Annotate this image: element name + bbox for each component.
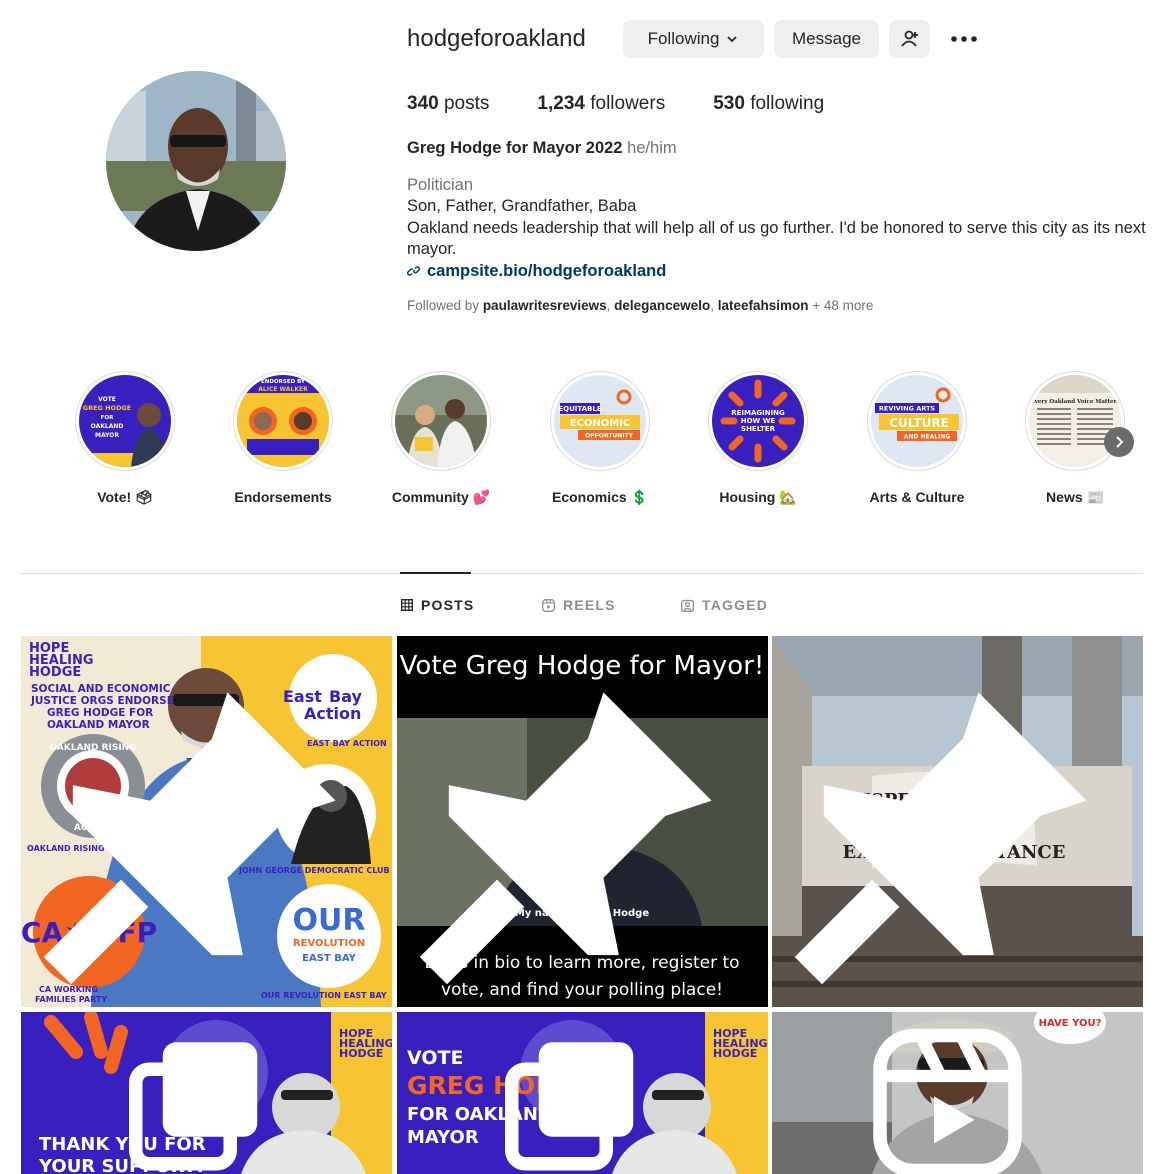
suggested-users-button[interactable] [889, 20, 930, 58]
highlight-label: Arts & Culture [869, 489, 965, 505]
profile-category: Politician [407, 175, 474, 194]
highlight-community-cover [395, 375, 487, 467]
svg-text:AND HEALING: AND HEALING [904, 434, 951, 441]
svg-text:CULTURE: CULTURE [889, 416, 949, 430]
following-link[interactable]: 530 following [713, 93, 824, 115]
highlight-vote-cover: VOTE GREG HODGE FOR OAKLAND MAYOR [79, 375, 171, 467]
highlight-news-cover: Every Oakland Voice Matters [1029, 375, 1121, 467]
multi-image-icon [505, 1042, 634, 1171]
following-button[interactable]: Following [623, 20, 764, 58]
profile-bio: Greg Hodge for Mayor 2022 he/him Politic… [407, 138, 1147, 282]
tab-tagged[interactable]: TAGGED [681, 597, 768, 613]
svg-text:OPPORTUNITY: OPPORTUNITY [585, 433, 634, 440]
profile-username: hodgeforoakland [407, 25, 586, 52]
bio-line-2: Oakland needs leadership that will help … [407, 218, 1146, 259]
svg-text:MAYOR: MAYOR [95, 432, 119, 439]
highlight-arts-cover: REVIVING ARTS CULTURE AND HEALING [871, 375, 963, 467]
active-tab-indicator [400, 572, 471, 574]
profile-pronouns: he/him [627, 139, 677, 157]
tab-posts[interactable]: POSTS [401, 597, 474, 613]
following-button-label: Following [647, 29, 720, 48]
profile-full-name: Greg Hodge for Mayor 2022 [407, 139, 623, 157]
pinned-icon [419, 692, 712, 985]
svg-text:ECONOMIC: ECONOMIC [570, 418, 631, 429]
svg-text:ENDORSED BY: ENDORSED BY [261, 379, 306, 385]
profile-stats: 340 posts 1,234 followers 530 following [407, 93, 872, 115]
highlight-community[interactable]: Community 💕 [361, 371, 521, 506]
highlight-label: News 📰 [1046, 489, 1104, 505]
pinned-icon [794, 692, 1087, 985]
highlight-endorsements-cover: ENDORSED BY ALICE WALKER [237, 375, 329, 467]
message-button[interactable]: Message [774, 20, 879, 58]
bio-link[interactable]: campsite.bio/hodgeforoakland [407, 261, 1147, 283]
svg-text:OAKLAND: OAKLAND [91, 423, 124, 430]
highlight-housing[interactable]: REIMAGINING HOW WE SHELTER Housing 🏡 [678, 371, 838, 506]
svg-text:EQUITABLE: EQUITABLE [558, 405, 601, 413]
svg-text:ALICE WALKER: ALICE WALKER [258, 386, 308, 393]
highlights-next-button[interactable] [1104, 427, 1134, 457]
svg-text:VOTE: VOTE [98, 396, 116, 403]
more-horizontal-icon [951, 36, 977, 42]
profile-avatar[interactable] [106, 71, 286, 251]
highlight-endorsements[interactable]: ENDORSED BY ALICE WALKER Endorsements [203, 371, 363, 505]
svg-text:SHELTER: SHELTER [741, 425, 776, 433]
svg-text:REIMAGINING: REIMAGINING [731, 409, 785, 417]
message-button-label: Message [792, 29, 861, 48]
reel-icon [873, 1028, 1022, 1174]
post-endorsements[interactable]: HOPE HEALING HODGE SOCIAL AND ECONOMIC J… [21, 636, 392, 1007]
post-vote-graphic[interactable]: HOPE HEALING HODGE VOTE GREG HODGE FOR O… [397, 1012, 768, 1174]
posts-count: 340 posts [407, 93, 490, 114]
reels-icon [542, 598, 555, 612]
svg-text:Every Oakland Voice Matters: Every Oakland Voice Matters [1031, 399, 1120, 405]
multi-image-icon [129, 1042, 258, 1171]
tabs-divider [21, 573, 1143, 574]
tab-reels[interactable]: REELS [542, 597, 616, 613]
highlight-economics[interactable]: EQUITABLE ECONOMIC OPPORTUNITY Economics… [520, 371, 680, 506]
link-icon [407, 266, 420, 276]
highlight-label: Endorsements [234, 489, 332, 505]
svg-text:GREG HODGE: GREG HODGE [83, 404, 132, 412]
bio-link-text: campsite.bio/hodgeforoakland [427, 261, 667, 280]
post-thank-you[interactable]: HOPE HEALING HODGE THANK YOU FOR YOUR SU… [21, 1012, 392, 1174]
highlight-vote[interactable]: VOTE GREG HODGE FOR OAKLAND MAYOR Vote! … [45, 371, 205, 506]
more-options-button[interactable] [946, 25, 982, 53]
post-vote-video[interactable]: Vote Greg Hodge for Mayor! My name is Gr… [397, 636, 768, 1007]
profile-photo [106, 71, 286, 251]
tagged-icon [681, 599, 694, 612]
highlight-label: Community 💕 [391, 489, 491, 505]
highlight-housing-cover: REIMAGINING HOW WE SHELTER [712, 375, 804, 467]
grid-icon [401, 599, 413, 611]
add-user-icon [900, 30, 918, 47]
chevron-down-icon [727, 36, 738, 43]
post-banner-photo[interactable]: RESPECT EXISTENCE OR EXPECT RESISTANCE [772, 636, 1143, 1007]
svg-text:REVIVING ARTS: REVIVING ARTS [879, 405, 936, 413]
pinned-icon [43, 692, 336, 985]
highlight-economics-cover: EQUITABLE ECONOMIC OPPORTUNITY [554, 375, 646, 467]
highlight-arts-culture[interactable]: REVIVING ARTS CULTURE AND HEALING Arts &… [837, 371, 997, 505]
chevron-right-icon [1116, 436, 1124, 448]
highlight-label: Economics 💲 [551, 489, 648, 505]
svg-text:HOW WE: HOW WE [741, 417, 776, 425]
highlight-label: Vote! 🗳 [97, 489, 153, 505]
followed-by[interactable]: Followed by paulawritesreviews, deleganc… [407, 298, 873, 313]
followers-link[interactable]: 1,234 followers [537, 93, 665, 115]
post-reel[interactable]: HAVE YOU? [772, 1012, 1143, 1174]
bio-line-1: Son, Father, Grandfather, Baba [407, 197, 637, 215]
highlight-label: Housing 🏡 [719, 489, 797, 505]
story-highlights: VOTE GREG HODGE FOR OAKLAND MAYOR Vote! … [44, 371, 1134, 511]
svg-text:FOR: FOR [101, 415, 114, 421]
